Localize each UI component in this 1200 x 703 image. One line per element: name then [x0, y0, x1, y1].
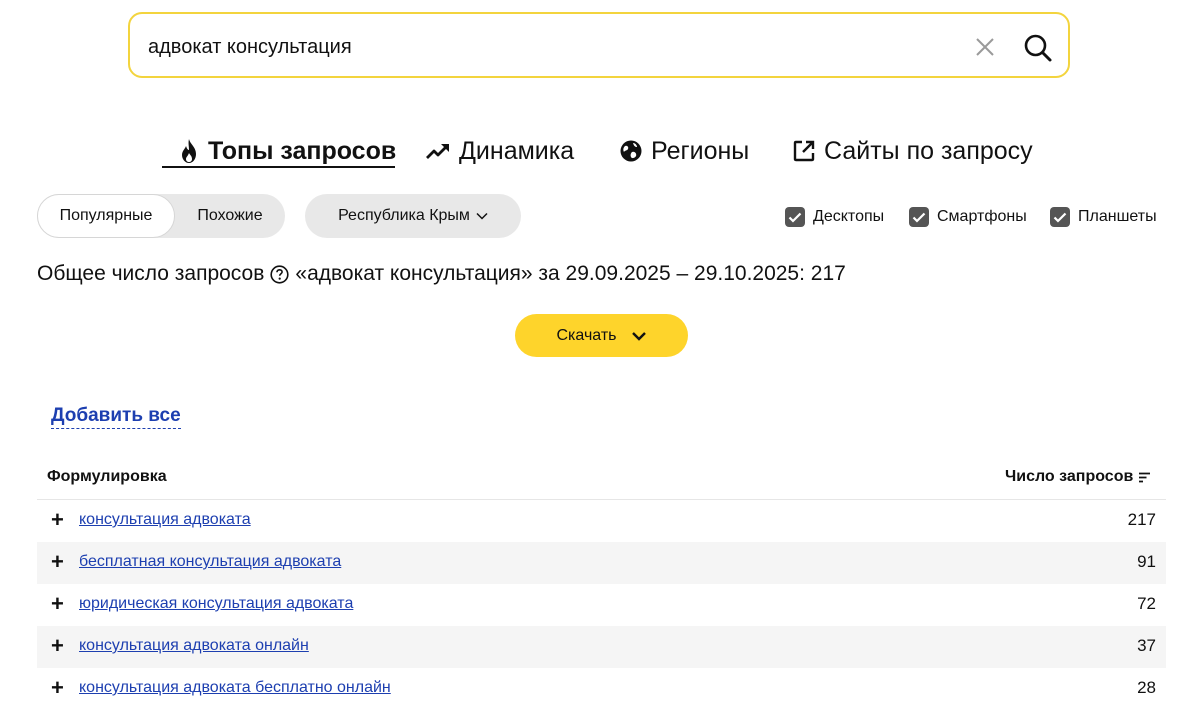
total-requests-summary: Общее число запросов «адвокат консультац…	[37, 262, 846, 286]
magnifier-icon[interactable]	[1023, 33, 1053, 63]
checkbox-checked-icon	[785, 207, 805, 227]
tab-sites[interactable]: Сайты по запросу	[792, 134, 1033, 168]
plus-icon[interactable]: +	[51, 677, 65, 699]
checkbox-tablets[interactable]: Планшеты	[1050, 206, 1157, 228]
trend-up-icon	[426, 144, 449, 159]
query-count: 37	[1137, 636, 1156, 655]
checkbox-checked-icon	[909, 207, 929, 227]
tab-label: Топы запросов	[208, 136, 397, 165]
query-link[interactable]: консультация адвоката	[79, 511, 251, 529]
summary-text: «адвокат консультация» за 29.09.2025 – 2…	[295, 262, 846, 285]
add-all-link[interactable]: Добавить все	[51, 405, 181, 429]
plus-icon[interactable]: +	[51, 593, 65, 615]
table-row: + консультация адвоката бесплатно онлайн…	[37, 668, 1166, 703]
external-link-icon	[793, 140, 815, 162]
query-link[interactable]: консультация адвоката бесплатно онлайн	[79, 679, 391, 697]
query-link[interactable]: юридическая консультация адвоката	[79, 595, 353, 613]
tab-dynamics[interactable]: Динамика	[425, 134, 574, 168]
tab-label: Динамика	[459, 136, 575, 165]
chevron-down-icon	[631, 331, 646, 341]
checkbox-smartphones[interactable]: Смартфоны	[909, 206, 1027, 228]
checkbox-label: Планшеты	[1078, 208, 1157, 225]
plus-icon[interactable]: +	[51, 635, 65, 657]
table-row: + консультация адвоката онлайн 37	[37, 626, 1166, 668]
tab-regions[interactable]: Регионы	[619, 134, 749, 168]
column-header-query: Формулировка	[47, 468, 167, 485]
similar-button[interactable]: Похожие	[175, 194, 285, 238]
table-row: + консультация адвоката 217	[37, 500, 1166, 542]
query-mode-switch: Популярные Похожие	[37, 194, 285, 238]
checkbox-desktops[interactable]: Десктопы	[785, 206, 884, 228]
close-icon[interactable]	[973, 35, 997, 59]
checkbox-label: Смартфоны	[937, 208, 1027, 225]
globe-icon	[620, 140, 642, 162]
help-icon[interactable]	[270, 264, 289, 284]
query-link[interactable]: консультация адвоката онлайн	[79, 637, 309, 655]
region-label: Республика Крым	[338, 207, 470, 224]
checkbox-checked-icon	[1050, 207, 1070, 227]
region-select[interactable]: Республика Крым	[305, 194, 521, 238]
column-header-count[interactable]: Число запросов	[1005, 468, 1151, 486]
table-row: + юридическая консультация адвоката 72	[37, 584, 1166, 626]
tab-label: Сайты по запросу	[824, 136, 1033, 165]
summary-prefix: Общее число запросов	[37, 262, 265, 285]
download-button[interactable]: Скачать	[515, 314, 688, 357]
download-label: Скачать	[556, 326, 617, 344]
active-tab-underline	[162, 166, 395, 168]
fire-icon	[182, 139, 196, 163]
search-box	[128, 12, 1070, 78]
query-count: 72	[1137, 594, 1156, 613]
checkbox-label: Десктопы	[813, 208, 885, 225]
column-header-count-label: Число запросов	[1005, 468, 1134, 485]
plus-icon[interactable]: +	[51, 509, 65, 531]
query-link[interactable]: бесплатная консультация адвоката	[79, 553, 341, 571]
sort-icon	[1139, 472, 1151, 482]
tab-label: Регионы	[651, 136, 750, 165]
tab-top-queries[interactable]: Топы запросов	[178, 134, 396, 168]
plus-icon[interactable]: +	[51, 551, 65, 573]
chevron-down-icon	[476, 212, 488, 220]
query-count: 28	[1137, 678, 1156, 697]
popular-button[interactable]: Популярные	[37, 194, 175, 238]
table-row: + бесплатная консультация адвоката 91	[37, 542, 1166, 584]
search-input[interactable]	[146, 30, 950, 64]
query-count: 91	[1137, 552, 1156, 571]
query-count: 217	[1127, 510, 1156, 529]
